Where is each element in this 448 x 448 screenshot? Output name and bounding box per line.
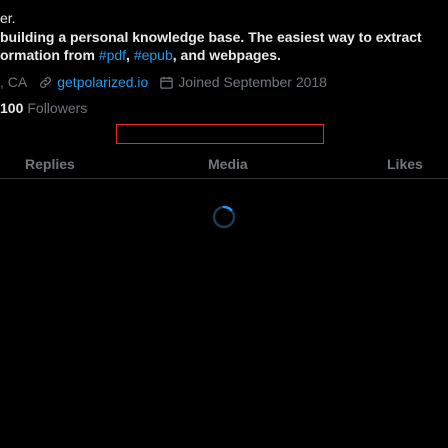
link-icon [37, 74, 53, 90]
profile-page: er. building a personal knowledge base. … [0, 0, 448, 448]
tab-replies[interactable]: Replies [25, 155, 75, 173]
bio-line-1: building a personal knowledge base. The … [0, 29, 422, 45]
hashtag-epub-link[interactable]: #epub [134, 47, 173, 63]
profile-meta-row: , CA getpolarized.io Joined September 20… [0, 73, 327, 91]
bio-separator: , [126, 47, 134, 63]
bio-text-prefix: ormation from [0, 47, 99, 63]
tab-media[interactable]: Media [208, 155, 248, 173]
loading-spinner-icon [212, 205, 236, 229]
followers-label: Followers [27, 100, 88, 116]
hashtag-pdf-link[interactable]: #pdf [99, 47, 126, 63]
followers-link[interactable]: 100 Followers [0, 99, 87, 117]
bio-text-suffix: , and webpages. [172, 47, 281, 63]
calendar-icon [158, 74, 174, 90]
profile-name-fragment: er. [0, 10, 16, 26]
highlight-box [116, 124, 324, 144]
profile-joined-date: Joined September 2018 [178, 74, 327, 90]
profile-tabs: Replies Media Likes [0, 150, 448, 179]
bio-line-2: ormation from #pdf, #epub, and webpages. [0, 46, 281, 64]
profile-website-link[interactable]: getpolarized.io [57, 73, 148, 91]
tab-likes[interactable]: Likes [387, 155, 423, 173]
profile-location: , CA [0, 74, 28, 90]
followers-count: 100 [0, 100, 24, 116]
